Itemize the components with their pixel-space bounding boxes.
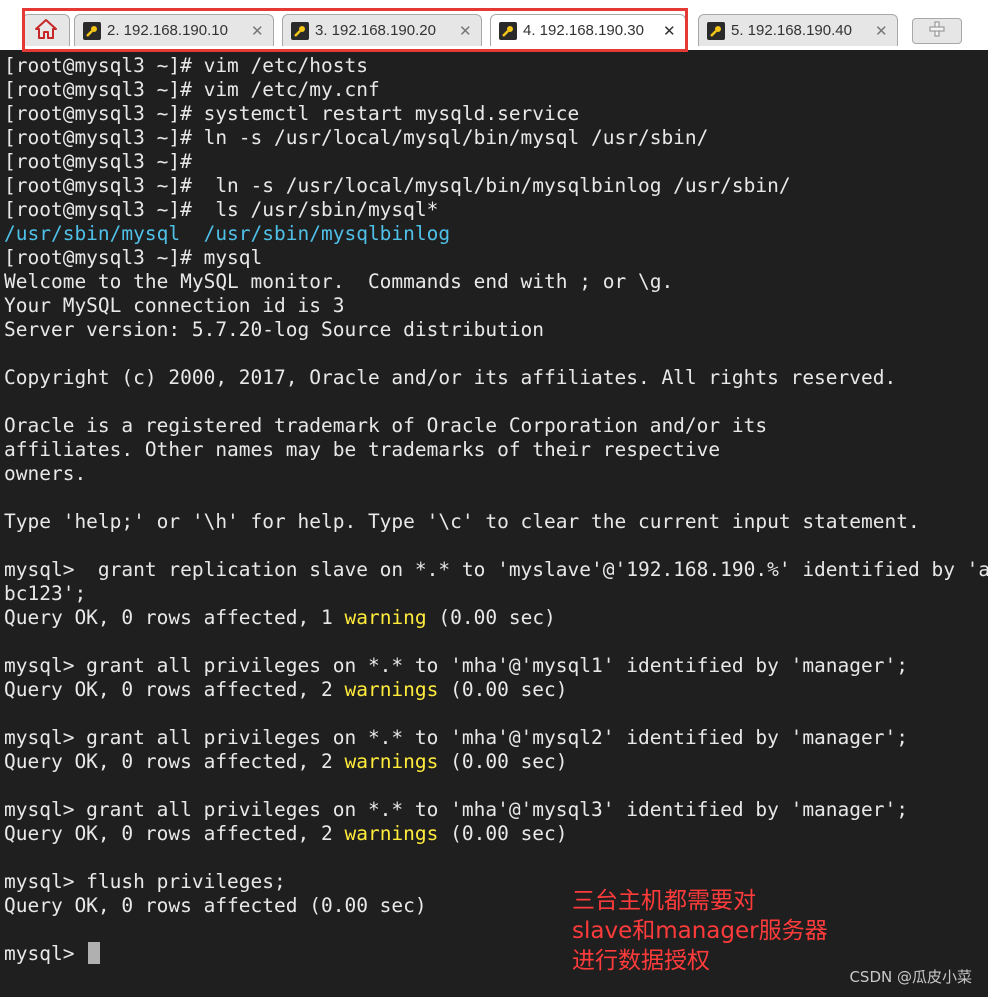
terminal-output[interactable]: [root@mysql3 ~]# vim /etc/hosts [root@my…: [0, 52, 988, 997]
warning-label: warning: [344, 606, 427, 629]
terminal-line-result: Query OK, 0 rows affected, 2 warnings (0…: [4, 750, 568, 774]
terminal-line: [root@mysql3 ~]#: [4, 150, 192, 173]
terminal-line: [root@mysql3 ~]# ln -s /usr/local/mysql/…: [4, 174, 791, 197]
terminal-line: Query OK, 0 rows affected (0.00 sec): [4, 894, 427, 917]
tab-session-3[interactable]: 3. 192.168.190.20 ✕: [282, 14, 482, 46]
home-icon: [34, 18, 58, 44]
result-time: (0.00 sec): [426, 606, 556, 629]
watermark: CSDN @瓜皮小菜: [849, 968, 972, 986]
terminal-line: Copyright (c) 2000, 2017, Oracle and/or …: [4, 366, 897, 389]
tab-label: 2. 192.168.190.10: [107, 22, 228, 39]
warning-label: warnings: [344, 678, 439, 701]
terminal-line: [root@mysql3 ~]# ls /usr/sbin/mysql*: [4, 198, 439, 221]
tab-session-4[interactable]: 4. 192.168.190.30 ✕: [490, 14, 686, 46]
warning-label: warnings: [344, 750, 439, 773]
result-text: Query OK, 0 rows affected, 1: [4, 606, 345, 629]
terminal-line: [root@mysql3 ~]# systemctl restart mysql…: [4, 102, 580, 125]
terminal-line: mysql> grant all privileges on *.* to 'm…: [4, 798, 908, 821]
key-icon: [499, 21, 517, 40]
key-icon: [291, 21, 309, 40]
tab-label: 5. 192.168.190.40: [731, 22, 852, 39]
terminal-line-paths: /usr/sbin/mysql /usr/sbin/mysqlbinlog: [4, 222, 450, 246]
close-icon[interactable]: ✕: [459, 22, 473, 40]
close-icon[interactable]: ✕: [251, 22, 265, 40]
result-time: (0.00 sec): [438, 750, 568, 773]
plus-icon: [928, 20, 946, 42]
terminal-line: [root@mysql3 ~]# vim /etc/hosts: [4, 54, 368, 77]
terminal-line: affiliates. Other names may be trademark…: [4, 438, 721, 461]
tab-bar: 2. 192.168.190.10 ✕ 3. 192.168.190.20 ✕ …: [0, 0, 988, 52]
tab-home[interactable]: [22, 14, 70, 46]
terminal-line-result: Query OK, 0 rows affected, 2 warnings (0…: [4, 678, 568, 702]
key-icon: [83, 21, 101, 40]
result-time: (0.00 sec): [438, 678, 568, 701]
key-icon: [707, 21, 725, 40]
terminal-line: [root@mysql3 ~]# mysql: [4, 246, 263, 269]
terminal-line: [root@mysql3 ~]# ln -s /usr/local/mysql/…: [4, 126, 709, 149]
terminal-line: mysql> grant all privileges on *.* to 'm…: [4, 654, 908, 677]
terminal-line: Type 'help;' or '\h' for help. Type '\c'…: [4, 510, 920, 533]
result-text: Query OK, 0 rows affected, 2: [4, 822, 345, 845]
close-icon[interactable]: ✕: [663, 22, 677, 40]
terminal-line-result: Query OK, 0 rows affected, 2 warnings (0…: [4, 822, 568, 846]
terminal-line: Your MySQL connection id is 3: [4, 294, 345, 317]
close-icon[interactable]: ✕: [875, 22, 889, 40]
annotation-line: 三台主机都需要对: [572, 888, 756, 914]
terminal-line: mysql> grant replication slave on *.* to…: [4, 558, 988, 581]
new-tab-button[interactable]: [912, 18, 962, 44]
annotation-note: 三台主机都需要对 slave和manager服务器 进行数据授权: [572, 886, 872, 976]
prompt-text: mysql>: [4, 942, 87, 965]
terminal-line: mysql> grant all privileges on *.* to 'm…: [4, 726, 908, 749]
tab-session-5[interactable]: 5. 192.168.190.40 ✕: [698, 14, 898, 46]
tab-label: 3. 192.168.190.20: [315, 22, 436, 39]
result-time: (0.00 sec): [438, 822, 568, 845]
terminal-line: Welcome to the MySQL monitor. Commands e…: [4, 270, 674, 293]
terminal-line: mysql> flush privileges;: [4, 870, 286, 893]
terminal-prompt-line[interactable]: mysql>: [4, 942, 101, 966]
tab-session-2[interactable]: 2. 192.168.190.10 ✕: [74, 14, 274, 46]
annotation-line: 进行数据授权: [572, 948, 710, 974]
terminal-line: bc123';: [4, 582, 87, 605]
warning-label: warnings: [344, 822, 439, 845]
terminal-line: Oracle is a registered trademark of Orac…: [4, 414, 768, 437]
tab-label: 4. 192.168.190.30: [523, 22, 644, 39]
result-text: Query OK, 0 rows affected, 2: [4, 678, 345, 701]
annotation-line: slave和manager服务器: [572, 918, 828, 944]
terminal-line: owners.: [4, 462, 87, 485]
result-text: Query OK, 0 rows affected, 2: [4, 750, 345, 773]
text-cursor: [88, 942, 101, 964]
path-listing: /usr/sbin/mysql /usr/sbin/mysqlbinlog: [4, 222, 451, 245]
terminal-line: [root@mysql3 ~]# vim /etc/my.cnf: [4, 78, 380, 101]
terminal-line-result: Query OK, 0 rows affected, 1 warning (0.…: [4, 606, 556, 630]
terminal-line: Server version: 5.7.20-log Source distri…: [4, 318, 545, 341]
